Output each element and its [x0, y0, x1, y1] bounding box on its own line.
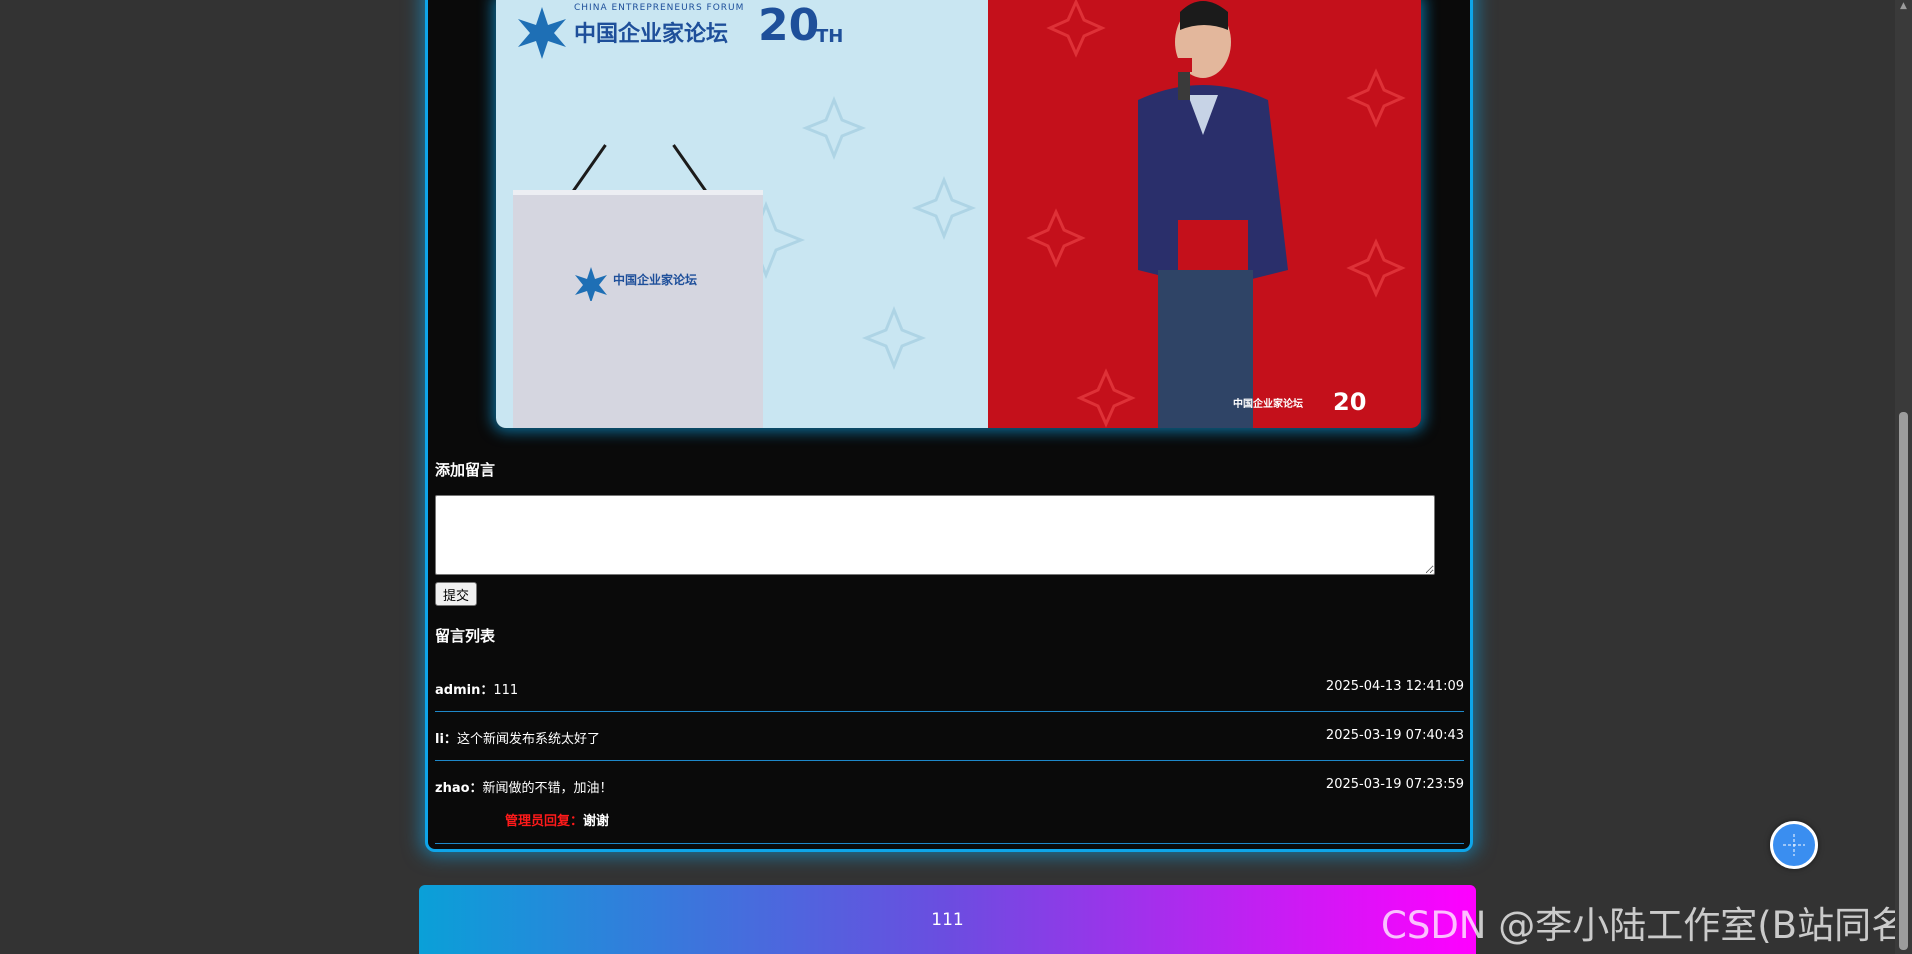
comment-time: 2025-04-13 12:41:09 [1325, 679, 1464, 694]
logo-english-text: CHINA ENTREPRENEURS FORUM [574, 3, 745, 13]
anniversary-number: 20 [758, 0, 820, 51]
watermark: CSDN @李小陆工作室(B站同名) [1381, 904, 1912, 947]
comment-time: 2025-03-19 07:40:43 [1325, 728, 1464, 743]
logo-chinese-text: 中国企业家论坛 [574, 22, 729, 47]
comment-item: admin：111 2025-04-13 12:41:09 [435, 679, 1464, 712]
comment-textarea[interactable] [435, 495, 1435, 575]
comment-text: 新闻做的不错，加油！ [482, 781, 613, 796]
speaker-figure [1138, 1, 1288, 428]
admin-reply-text: 谢谢 [583, 814, 610, 829]
comment-text: 这个新闻发布系统太好了 [456, 732, 600, 747]
image-left-backdrop: CHINA ENTREPRENEURS FORUM 中国企业家论坛 20 TH … [496, 0, 988, 428]
comment-text: 111 [493, 683, 519, 698]
red-anniversary-number: 20 [1333, 388, 1367, 416]
comment-separator: ： [443, 732, 457, 747]
scroll-thumb[interactable] [1899, 412, 1908, 950]
news-image: CHINA ENTREPRENEURS FORUM 中国企业家论坛 20 TH … [496, 0, 1421, 428]
page-footer: 111 [419, 885, 1476, 954]
footer-text: 111 [931, 909, 964, 930]
comment-user: admin [435, 683, 481, 698]
comment-user: li [435, 732, 444, 747]
comment-user: zhao [435, 781, 470, 796]
page-scrollbar[interactable]: ▲ [1895, 0, 1912, 954]
forum-logo-icon [518, 7, 566, 59]
comment-item: li：这个新闻发布系统太好了 2025-03-19 07:40:43 [435, 728, 1464, 761]
scroll-up-icon[interactable]: ▲ [1899, 2, 1908, 11]
anniversary-suffix: TH [816, 26, 844, 47]
red-logo-text: 中国企业家论坛 [1233, 399, 1303, 410]
add-comment-title: 添加留言 [435, 461, 496, 479]
admin-reply: 管理员回复：谢谢 [505, 810, 609, 829]
image-right-backdrop: 中国企业家论坛 20 [988, 0, 1421, 428]
comment-separator: ： [469, 781, 483, 796]
comment-list-title: 留言列表 [435, 627, 496, 645]
podium-logo-icon [575, 267, 607, 301]
assistant-icon [1783, 834, 1805, 856]
floating-assistant-button[interactable] [1770, 821, 1818, 869]
podium-logo-text: 中国企业家论坛 [613, 273, 698, 287]
admin-reply-label: 管理员回复： [505, 814, 584, 829]
podium: 中国企业家论坛 [513, 195, 763, 428]
comment-separator: ： [480, 683, 494, 698]
comment-time: 2025-03-19 07:23:59 [1325, 777, 1464, 792]
submit-button[interactable]: 提交 [435, 582, 478, 606]
